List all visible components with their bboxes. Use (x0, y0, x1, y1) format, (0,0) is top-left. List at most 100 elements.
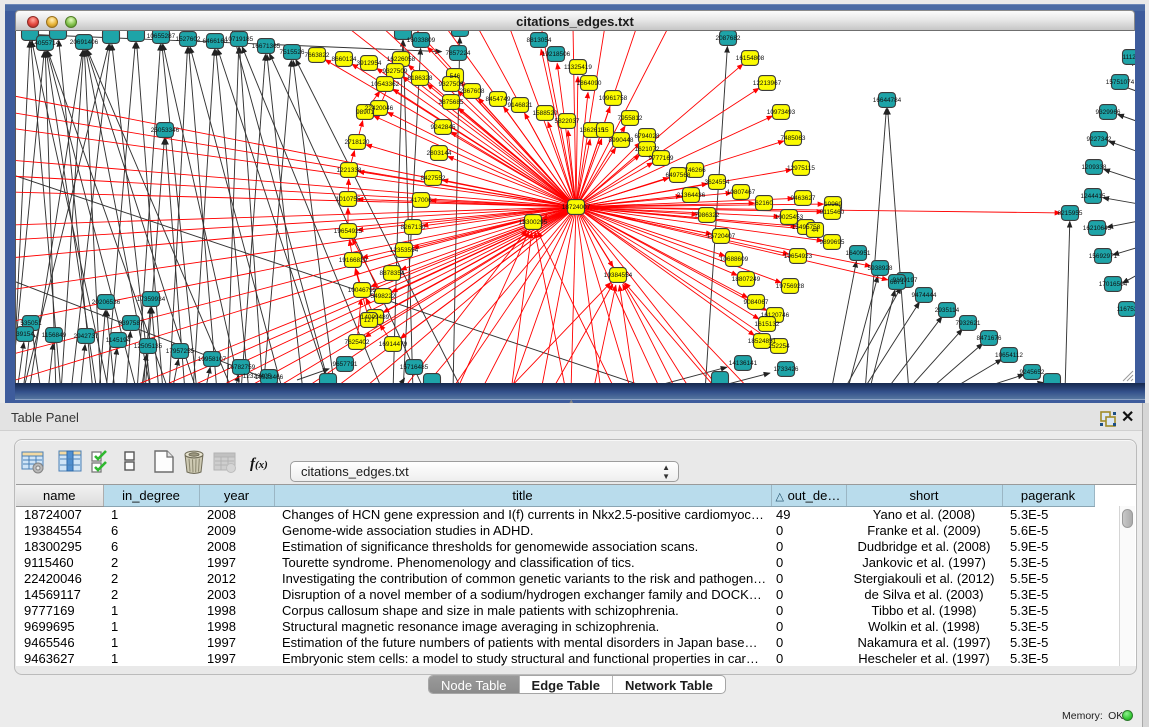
svg-text:9327509: 9327509 (383, 68, 408, 75)
svg-text:15: 15 (601, 127, 609, 134)
svg-text:1864090: 1864090 (577, 80, 602, 87)
svg-text:7485063: 7485063 (781, 135, 806, 142)
svg-text:9245652: 9245652 (1020, 369, 1045, 376)
svg-text:10958107: 10958107 (198, 356, 227, 363)
svg-text:9463627: 9463627 (791, 195, 816, 202)
svg-text:7515526: 7515526 (280, 49, 305, 56)
svg-text:1221338: 1221338 (337, 167, 362, 174)
svg-text:2803144: 2803144 (427, 150, 452, 157)
svg-text:7857224: 7857224 (446, 50, 471, 57)
svg-text:25053346: 25053346 (151, 127, 180, 134)
svg-text:12213967: 12213967 (753, 80, 782, 87)
svg-text:6871: 6871 (890, 279, 905, 286)
svg-text:9327508: 9327508 (439, 81, 464, 88)
svg-text:15751074: 15751074 (1106, 79, 1135, 86)
svg-text:2718120: 2718120 (345, 139, 370, 146)
svg-text:16154808: 16154808 (736, 55, 765, 62)
svg-text:9657791: 9657791 (333, 361, 358, 368)
svg-text:16210643: 16210643 (1083, 225, 1112, 232)
svg-text:10807467: 10807467 (727, 189, 756, 196)
svg-text:16914479: 16914479 (379, 341, 408, 348)
svg-text:10969: 10969 (824, 201, 842, 208)
svg-text:11121: 11121 (1123, 54, 1135, 61)
svg-text:1010755: 1010755 (336, 196, 361, 203)
svg-text:20691406: 20691406 (70, 39, 99, 46)
svg-text:1615132: 1615132 (755, 321, 780, 328)
svg-text:62160: 62160 (755, 200, 773, 207)
svg-text:8267130: 8267130 (401, 224, 426, 231)
svg-text:9227342: 9227342 (1087, 136, 1112, 143)
svg-text:16226058: 16226058 (387, 56, 416, 63)
svg-text:16120746: 16120746 (761, 312, 790, 319)
svg-text:19384554: 19384554 (604, 272, 633, 279)
svg-text:14055714: 14055714 (31, 40, 60, 47)
svg-text:15720407: 15720407 (707, 233, 736, 240)
svg-text:417006: 417006 (410, 197, 432, 204)
svg-text:10025453: 10025453 (775, 214, 804, 221)
svg-text:18300295: 18300295 (519, 219, 548, 226)
svg-text:18807249: 18807249 (732, 276, 761, 283)
svg-text:1244415: 1244415 (1081, 193, 1106, 200)
svg-text:3624554: 3624554 (705, 179, 730, 186)
svg-text:8813054: 8813054 (527, 37, 552, 44)
svg-text:8471676: 8471676 (977, 335, 1002, 342)
svg-text:1145194: 1145194 (106, 337, 131, 344)
svg-text:98901: 98901 (356, 109, 374, 116)
svg-text:7955812: 7955812 (618, 115, 643, 122)
svg-text:1209338: 1209338 (1082, 164, 1107, 171)
svg-text:12975115: 12975115 (787, 165, 815, 172)
svg-text:18724007: 18724007 (562, 204, 591, 211)
svg-text:16782759: 16782759 (227, 364, 256, 371)
svg-text:21364436: 21364436 (677, 192, 706, 199)
svg-text:15692971: 15692971 (1089, 253, 1118, 260)
svg-text:44: 44 (811, 227, 819, 234)
svg-text:6497568: 6497568 (666, 172, 691, 179)
svg-text:9084067: 9084067 (744, 299, 769, 306)
svg-text:16671365: 16671365 (252, 43, 281, 50)
svg-text:19166829: 19166829 (339, 257, 368, 264)
svg-text:12323405: 12323405 (243, 373, 272, 380)
svg-text:116753: 116753 (1117, 306, 1135, 313)
svg-text:5822037: 5822037 (555, 118, 580, 125)
svg-text:14136141: 14136141 (729, 360, 758, 367)
svg-text:252254: 252254 (768, 343, 790, 350)
svg-text:3875685: 3875685 (439, 99, 464, 106)
svg-text:9397587: 9397587 (119, 320, 144, 327)
svg-text:10973493: 10973493 (767, 109, 796, 116)
svg-text:8427552: 8427552 (421, 175, 446, 182)
svg-text:9146821: 9146821 (508, 102, 533, 109)
svg-text:5498222: 5498222 (371, 293, 396, 300)
svg-text:15716485: 15716485 (400, 364, 429, 371)
svg-text:20206536: 20206536 (92, 299, 121, 306)
svg-text:19654925: 19654925 (334, 228, 363, 235)
svg-text:1156849: 1156849 (42, 332, 67, 339)
svg-text:9242845: 9242845 (431, 124, 456, 131)
svg-text:1621072: 1621072 (635, 146, 660, 153)
svg-text:10654112: 10654112 (995, 352, 1023, 359)
svg-text:7625402: 7625402 (345, 339, 370, 346)
svg-text:1588520: 1588520 (533, 110, 558, 117)
svg-text:10719185: 10719185 (225, 36, 254, 43)
svg-text:2935114: 2935114 (935, 307, 960, 314)
svg-text:6794028: 6794028 (635, 133, 660, 140)
svg-text:10543362: 10543362 (371, 81, 400, 88)
svg-text:12505135: 12505135 (134, 343, 163, 350)
svg-text:17957255: 17957255 (166, 348, 195, 355)
svg-text:17359934: 17359934 (137, 296, 166, 303)
svg-text:16644784: 16644784 (873, 97, 902, 104)
svg-text:1640951: 1640951 (846, 250, 871, 257)
svg-text:16033809: 16033809 (407, 37, 436, 44)
svg-text:9777169: 9777169 (649, 155, 674, 162)
svg-text:3912954: 3912954 (357, 60, 382, 67)
svg-text:10961758: 10961758 (599, 95, 628, 102)
svg-text:8990448: 8990448 (609, 137, 634, 144)
svg-text:9115460: 9115460 (820, 209, 845, 216)
svg-text:19218506: 19218506 (542, 51, 571, 58)
svg-text:9329966: 9329966 (1096, 109, 1121, 116)
svg-text:2367608: 2367608 (460, 88, 485, 95)
svg-text:127: 127 (364, 317, 375, 324)
svg-text:8660124: 8660124 (332, 56, 357, 63)
svg-text:7932621: 7932621 (956, 320, 981, 327)
svg-text:7663822: 7663822 (305, 52, 330, 59)
svg-text:535051: 535051 (20, 320, 42, 327)
